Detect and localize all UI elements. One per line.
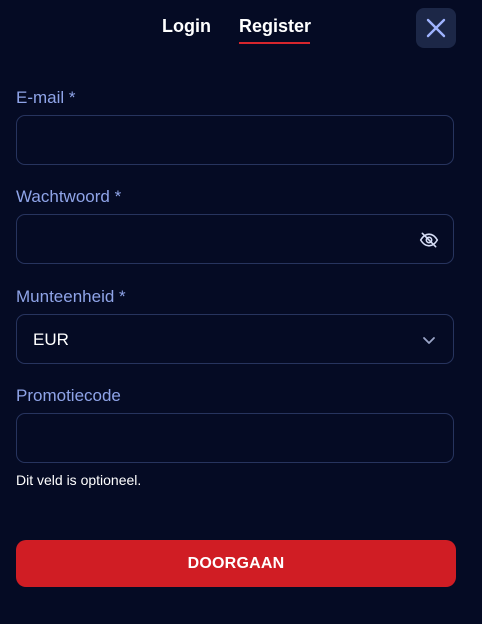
currency-selected-value: EUR (33, 330, 69, 349)
active-tab-indicator (239, 42, 310, 44)
currency-select[interactable]: EUR (16, 314, 454, 364)
currency-dropdown-icon-wrap (419, 330, 439, 350)
continue-button[interactable]: DOORGAAN (16, 540, 456, 587)
password-label: Wachtwoord * (16, 187, 122, 206)
currency-label: Munteenheid * (16, 287, 126, 306)
promo-label: Promotiecode (16, 386, 121, 405)
email-field[interactable] (17, 116, 453, 164)
email-field-container (16, 115, 454, 165)
promo-field-container (16, 413, 454, 463)
password-visibility-toggle[interactable] (419, 230, 439, 250)
close-button[interactable] (416, 8, 456, 48)
promo-code-field[interactable] (17, 414, 453, 462)
chevron-down-icon (423, 337, 435, 344)
auth-tabs: Login Register (0, 14, 482, 46)
password-field-container (16, 214, 454, 264)
password-field[interactable] (17, 215, 453, 263)
email-label: E-mail * (16, 88, 76, 107)
register-modal: Login Register E-mail * Wachtwoord * Mun… (0, 0, 482, 624)
promo-hint: Dit veld is optioneel. (16, 472, 142, 488)
close-icon (426, 18, 446, 38)
tab-login[interactable]: Login (162, 14, 211, 38)
eye-off-icon (419, 232, 439, 248)
tab-register[interactable]: Register (239, 14, 311, 38)
